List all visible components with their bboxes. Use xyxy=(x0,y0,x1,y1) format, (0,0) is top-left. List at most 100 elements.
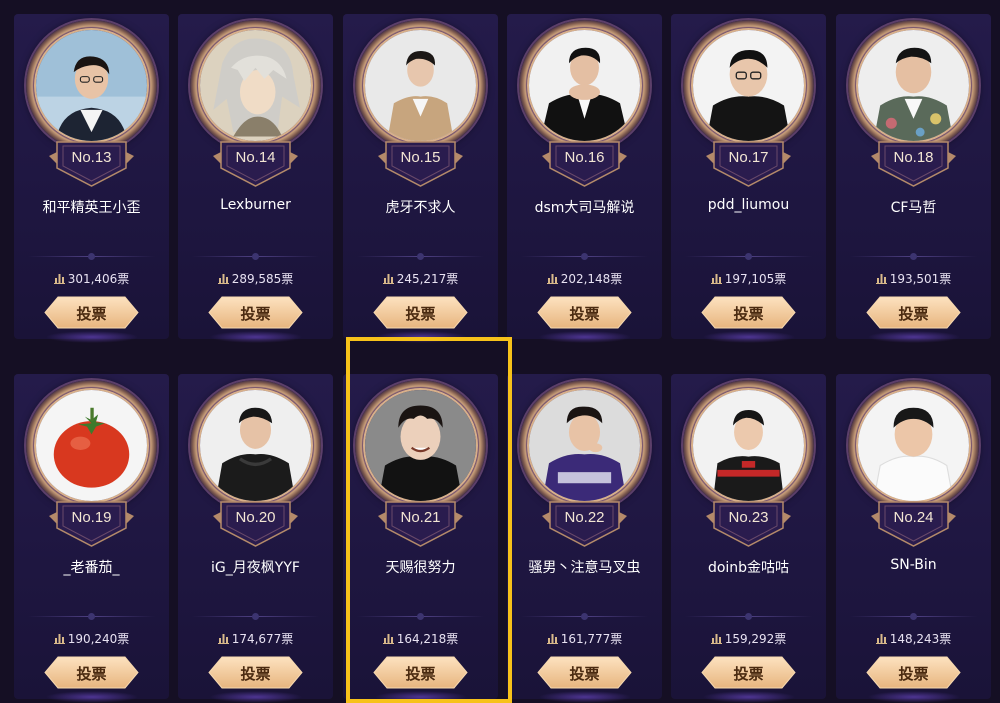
avatar[interactable] xyxy=(858,30,969,141)
vote-button[interactable]: 投票 xyxy=(373,296,468,329)
streamer-name: 虎牙不求人 xyxy=(385,200,456,216)
avatar-frame xyxy=(519,20,650,151)
rank-badge: No.21 xyxy=(378,498,463,550)
bar-chart-icon xyxy=(710,633,722,647)
vote-count: 193,501票 xyxy=(836,270,991,287)
vote-count: 159,292票 xyxy=(671,630,826,647)
streamer-name: dsm大司马解说 xyxy=(534,200,635,216)
rank-number: No.23 xyxy=(728,509,769,526)
rank-number: No.17 xyxy=(728,149,769,166)
avatar-frame xyxy=(190,380,321,511)
avatar-frame xyxy=(683,380,814,511)
avatar[interactable] xyxy=(200,30,311,141)
vote-button[interactable]: 投票 xyxy=(866,656,961,689)
streamer-card-22: No.22 骚男丶注意马叉虫 161,777票 投票 xyxy=(507,374,662,699)
avatar-frame xyxy=(683,20,814,151)
vote-count-text: 202,148票 xyxy=(560,272,623,286)
vote-count-text: 174,677票 xyxy=(231,632,294,646)
rank-badge: No.18 xyxy=(871,138,956,190)
avatar-frame xyxy=(190,20,321,151)
streamer-card-15: No.15 虎牙不求人 245,217票 投票 xyxy=(343,14,498,339)
vote-button[interactable]: 投票 xyxy=(701,296,796,329)
avatar[interactable] xyxy=(529,390,640,501)
divider-dot xyxy=(745,613,752,620)
vote-button-label: 投票 xyxy=(569,665,600,683)
vote-button[interactable]: 投票 xyxy=(208,656,303,689)
divider-dot xyxy=(910,253,917,260)
streamer-name: Lexburner xyxy=(220,197,291,213)
vote-count: 148,243票 xyxy=(836,630,991,647)
vote-button-label: 投票 xyxy=(733,305,764,323)
streamer-card-17: No.17 pdd_liumou 197,105票 投票 xyxy=(671,14,826,339)
vote-button[interactable]: 投票 xyxy=(701,656,796,689)
divider-dot xyxy=(745,253,752,260)
bar-chart-icon xyxy=(53,633,65,647)
rank-badge: No.14 xyxy=(213,138,298,190)
bar-chart-icon xyxy=(217,273,229,287)
man-white-shirt-dark-jacket-avatar xyxy=(36,30,147,141)
bar-chart-icon xyxy=(710,273,722,287)
man-esports-jersey-avatar xyxy=(693,390,804,501)
vote-count-text: 301,406票 xyxy=(67,272,130,286)
rank-number: No.20 xyxy=(235,509,276,526)
bar-chart-icon xyxy=(546,273,558,287)
vote-count-text: 245,217票 xyxy=(396,272,459,286)
divider-dot xyxy=(417,253,424,260)
streamer-name: iG_月夜枫YYF xyxy=(211,560,300,576)
vote-button[interactable]: 投票 xyxy=(44,296,139,329)
vote-button[interactable]: 投票 xyxy=(537,656,632,689)
divider-dot xyxy=(252,253,259,260)
streamer-name: doinb金咕咕 xyxy=(707,560,790,576)
vote-count-text: 197,105票 xyxy=(724,272,787,286)
vote-button-label: 投票 xyxy=(733,665,764,683)
vote-count: 301,406票 xyxy=(14,270,169,287)
streamer-card-19: No.19 _老番茄_ 190,240票 投票 xyxy=(14,374,169,699)
divider-dot xyxy=(88,253,95,260)
avatar-frame xyxy=(848,380,979,511)
streamer-name: 和平精英王小歪 xyxy=(42,200,141,216)
vote-button[interactable]: 投票 xyxy=(44,656,139,689)
avatar[interactable] xyxy=(693,30,804,141)
avatar[interactable] xyxy=(529,30,640,141)
avatar[interactable] xyxy=(365,30,476,141)
divider-dot xyxy=(581,253,588,260)
vote-button[interactable]: 投票 xyxy=(866,296,961,329)
rank-number: No.16 xyxy=(564,149,605,166)
avatar-frame xyxy=(355,20,486,151)
streamer-card-20: No.20 iG_月夜枫YYF 174,677票 投票 xyxy=(178,374,333,699)
vote-count-text: 148,243票 xyxy=(889,632,952,646)
avatar[interactable] xyxy=(365,390,476,501)
man-black-sweater-smiling-avatar xyxy=(365,390,476,501)
man-black-suit-hands-clasped-avatar xyxy=(529,30,640,141)
vote-button-label: 投票 xyxy=(898,305,929,323)
rank-number: No.21 xyxy=(400,509,441,526)
avatar[interactable] xyxy=(36,30,147,141)
vote-count: 164,218票 xyxy=(343,630,498,647)
vote-button-label: 投票 xyxy=(240,305,271,323)
streamer-card-18: No.18 CF马哲 193,501票 投票 xyxy=(836,14,991,339)
avatar-frame xyxy=(26,380,157,511)
avatar[interactable] xyxy=(36,390,147,501)
vote-count-text: 193,501票 xyxy=(889,272,952,286)
divider-dot xyxy=(417,613,424,620)
anime-silver-hair-avatar xyxy=(200,30,311,141)
vote-button[interactable]: 投票 xyxy=(373,656,468,689)
rank-badge: No.22 xyxy=(542,498,627,550)
vote-button[interactable]: 投票 xyxy=(537,296,632,329)
vote-button[interactable]: 投票 xyxy=(208,296,303,329)
streamer-card-21: No.21 天赐很努力 164,218票 投票 xyxy=(343,374,498,699)
rank-number: No.15 xyxy=(400,149,441,166)
streamer-card-24: No.24 SN-Bin 148,243票 投票 xyxy=(836,374,991,699)
vote-button-label: 投票 xyxy=(76,665,107,683)
rank-badge: No.17 xyxy=(706,138,791,190)
avatar[interactable] xyxy=(200,390,311,501)
avatar[interactable] xyxy=(858,390,969,501)
streamer-name: SN-Bin xyxy=(890,557,937,573)
vote-button-label: 投票 xyxy=(240,665,271,683)
vote-count: 161,777票 xyxy=(507,630,662,647)
avatar[interactable] xyxy=(693,390,804,501)
rank-badge: No.13 xyxy=(49,138,134,190)
man-white-tshirt-avatar xyxy=(858,390,969,501)
avatar-frame xyxy=(848,20,979,151)
rank-number: No.14 xyxy=(235,149,276,166)
